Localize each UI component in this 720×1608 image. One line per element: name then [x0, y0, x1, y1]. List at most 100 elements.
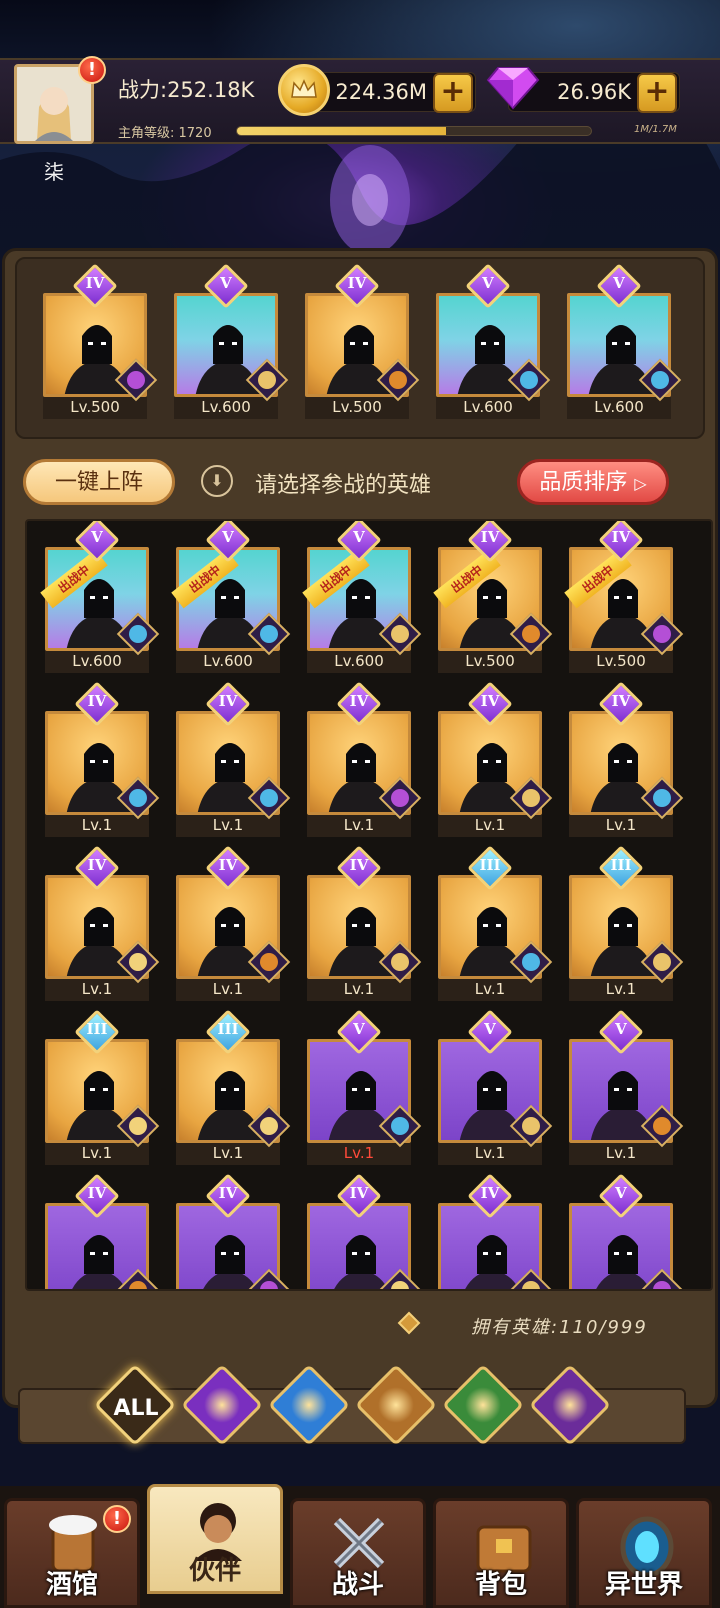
- roster-hero-card[interactable]: III Lv.1: [176, 1009, 291, 1165]
- team-hero-card[interactable]: V Lv.600: [567, 263, 682, 419]
- roster-hero-card[interactable]: IV Lv.1: [45, 845, 160, 1001]
- hero-panel: IV Lv.500 V Lv.600 IV Lv.500 V Lv.600 V …: [2, 248, 718, 1408]
- tier-numeral: V: [353, 1020, 365, 1038]
- tier-numeral: III: [479, 856, 501, 874]
- roster-hero-card[interactable]: IV Lv.1: [438, 681, 553, 837]
- tier-badge: IV: [334, 263, 380, 309]
- add-gems-button[interactable]: +: [637, 73, 677, 113]
- hero-level: Lv.600: [176, 651, 280, 673]
- tier-badge: V: [467, 1009, 513, 1055]
- hero-level: Lv.1: [45, 815, 149, 837]
- bottom-navigation: 酒馆! 伙伴 战斗 背包 异世界: [0, 1484, 720, 1608]
- hero-level-label: 主角等级: 1720: [118, 126, 212, 141]
- nav-tab-3[interactable]: 背包: [433, 1498, 569, 1608]
- hero-level: Lv.1: [176, 979, 280, 1001]
- tier-numeral: V: [484, 1020, 496, 1038]
- tier-badge: IV: [205, 1173, 251, 1219]
- tier-numeral: IV: [85, 274, 105, 292]
- tier-numeral: IV: [218, 1184, 238, 1202]
- quality-sort-button[interactable]: 品质排序 ▷: [517, 459, 669, 505]
- tier-badge: III: [74, 1009, 120, 1055]
- hero-level: Lv.1: [176, 815, 280, 837]
- roster-hero-card[interactable]: IV Lv.1: [307, 845, 422, 1001]
- xp-progress-text: 1M/1.7M: [634, 124, 677, 135]
- team-hero-card[interactable]: V Lv.600: [436, 263, 551, 419]
- nav-tab-1[interactable]: 伙伴: [147, 1484, 283, 1594]
- nav-tab-label: 背包: [474, 1570, 527, 1600]
- nav-tab-2[interactable]: 战斗: [290, 1498, 426, 1608]
- roster-hero-card[interactable]: V Lv.600 出战中: [302, 521, 422, 673]
- gold-amount: 224.36M: [335, 80, 427, 104]
- tier-numeral: IV: [87, 692, 107, 710]
- tier-numeral: III: [217, 1020, 239, 1038]
- tier-badge: V: [465, 263, 511, 309]
- hero-portrait: [465, 1235, 519, 1289]
- hero-level: Lv.1: [307, 815, 411, 837]
- roster-hero-card[interactable]: V Lv.1: [569, 1009, 684, 1165]
- tier-numeral: V: [615, 1184, 627, 1202]
- team-hero-card[interactable]: IV Lv.500: [305, 263, 420, 419]
- combat-power-label: 战力:252.18K: [118, 78, 255, 102]
- tier-numeral: IV: [218, 692, 238, 710]
- hero-level: Lv.600: [174, 397, 278, 419]
- tier-numeral: IV: [347, 274, 367, 292]
- roster-hero-card[interactable]: IV: [307, 1173, 422, 1289]
- owned-heroes-row: 拥有英雄:110/999: [5, 1303, 720, 1343]
- tier-badge: III: [205, 1009, 251, 1055]
- tier-badge: V: [336, 1009, 382, 1055]
- xp-progress-bar: [236, 126, 592, 136]
- roster-hero-card[interactable]: IV: [176, 1173, 291, 1289]
- nav-tab-label: 伙伴: [188, 1556, 241, 1586]
- hero-level: Lv.500: [569, 651, 673, 673]
- tier-numeral: III: [610, 856, 632, 874]
- roster-hero-card[interactable]: IV Lv.1: [176, 681, 291, 837]
- roster-hero-card[interactable]: IV Lv.1: [45, 681, 160, 837]
- add-gold-button[interactable]: +: [433, 73, 473, 113]
- roster-hero-card[interactable]: IV Lv.500 出战中: [564, 521, 684, 673]
- roster-hero-card[interactable]: III Lv.1: [438, 845, 553, 1001]
- hero-level: Lv.1: [307, 979, 411, 1001]
- team-hero-card[interactable]: IV Lv.500: [43, 263, 158, 419]
- nav-tab-4[interactable]: 异世界: [576, 1498, 712, 1608]
- hero-level: Lv.600: [567, 397, 671, 419]
- hero-level: Lv.500: [43, 397, 147, 419]
- tier-numeral: IV: [349, 692, 369, 710]
- tier-badge: V: [74, 521, 120, 563]
- roster-hero-card[interactable]: IV Lv.1: [176, 845, 291, 1001]
- tier-numeral: V: [91, 528, 103, 546]
- hero-level: Lv.600: [307, 651, 411, 673]
- arrow-down-circle-icon: ⬇: [201, 465, 233, 497]
- tier-numeral: IV: [349, 1184, 369, 1202]
- roster-hero-card[interactable]: V Lv.600 出战中: [171, 521, 291, 673]
- hero-level: Lv.1: [45, 1143, 149, 1165]
- roster-hero-card[interactable]: V Lv.1: [307, 1009, 422, 1165]
- roster-hero-card[interactable]: IV: [438, 1173, 553, 1289]
- roster-hero-card[interactable]: IV Lv.1: [569, 681, 684, 837]
- roster-hero-card[interactable]: V: [569, 1173, 684, 1289]
- roster-hero-card[interactable]: IV Lv.1: [307, 681, 422, 837]
- roster-hero-card[interactable]: V Lv.1: [438, 1009, 553, 1165]
- faction-emblem: [552, 1387, 588, 1423]
- select-heroes-prompt: 请选择参战的英雄: [255, 473, 432, 498]
- tier-numeral: IV: [480, 692, 500, 710]
- hero-roster-grid[interactable]: V Lv.600 出战中 V Lv.600 出战中 V Lv.600 出战中 I…: [25, 519, 713, 1291]
- hero-level: Lv.600: [436, 397, 540, 419]
- roster-hero-card[interactable]: III Lv.1: [569, 845, 684, 1001]
- team-hero-card[interactable]: V Lv.600: [174, 263, 289, 419]
- tier-numeral: IV: [218, 856, 238, 874]
- tier-badge: IV: [336, 1173, 382, 1219]
- tier-numeral: III: [86, 1020, 108, 1038]
- roster-hero-card[interactable]: IV: [45, 1173, 160, 1289]
- roster-hero-card[interactable]: III Lv.1: [45, 1009, 160, 1165]
- tier-badge: IV: [74, 1173, 120, 1219]
- diamond-bullet-icon: [397, 1311, 421, 1335]
- auto-deploy-button[interactable]: 一键上阵: [23, 459, 175, 505]
- hero-level: Lv.500: [438, 651, 542, 673]
- roster-hero-card[interactable]: V Lv.600 出战中: [40, 521, 160, 673]
- tier-numeral: IV: [611, 528, 631, 546]
- tier-badge: IV: [205, 681, 251, 727]
- nav-tab-0[interactable]: 酒馆!: [4, 1498, 140, 1608]
- tier-numeral: IV: [349, 856, 369, 874]
- roster-hero-card[interactable]: IV Lv.500 出战中: [433, 521, 553, 673]
- tier-numeral: IV: [87, 1184, 107, 1202]
